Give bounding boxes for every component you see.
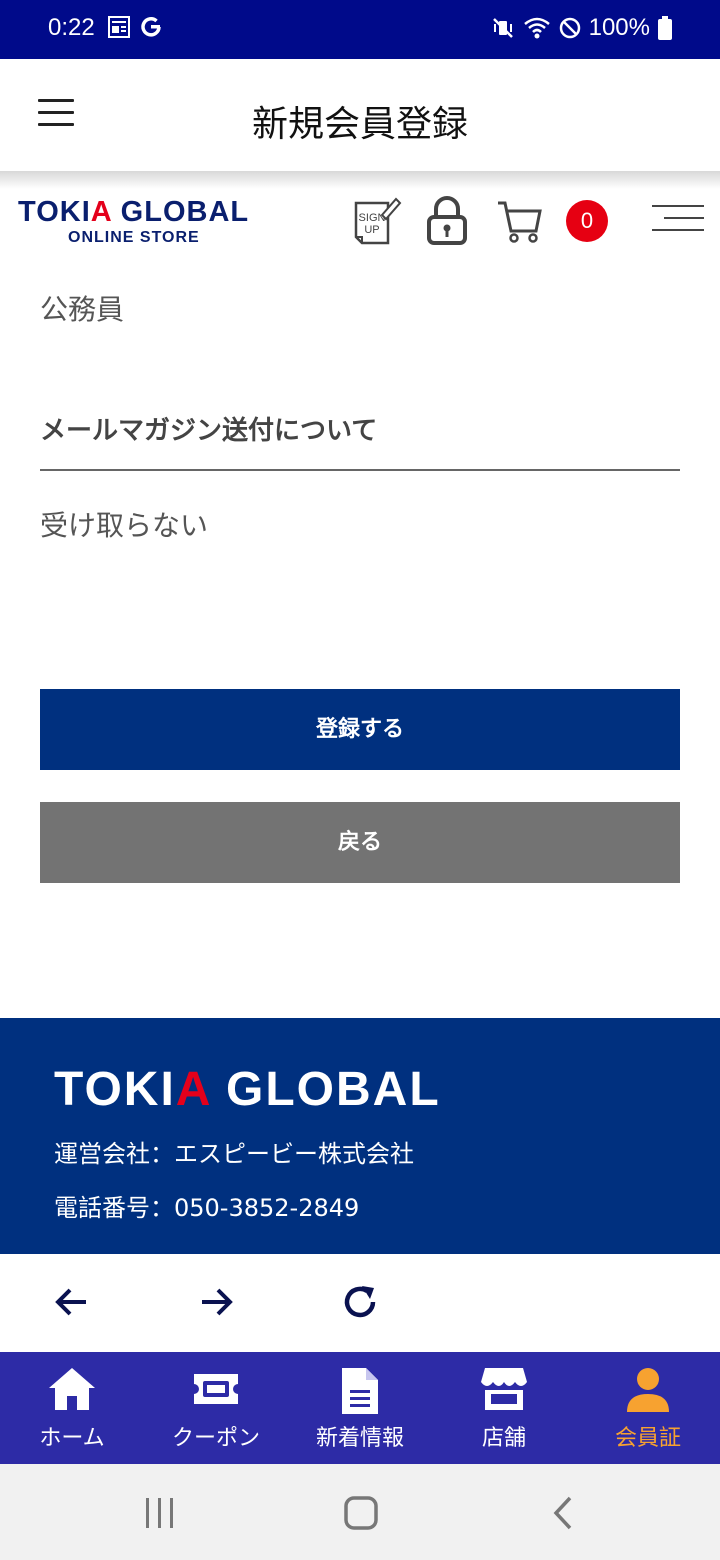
newsletter-label: メールマガジン送付について (40, 416, 378, 446)
tab-coupon[interactable]: クーポン (144, 1352, 288, 1464)
bottom-tab-bar: ホーム クーポン 新着情報 店舗 会員証 (0, 1352, 720, 1464)
store-logo[interactable]: TOKIA GLOBAL ONLINE STORE (18, 197, 249, 247)
status-bar: 0:22 100% (0, 0, 720, 59)
person-icon (627, 1368, 669, 1412)
occupation-value: 公務員 (40, 293, 125, 326)
news-app-icon (108, 16, 130, 38)
ticket-icon (194, 1374, 238, 1404)
battery-icon (658, 16, 672, 40)
cart-icon[interactable] (496, 193, 544, 249)
store-icon (481, 1368, 527, 1410)
section-divider (40, 469, 680, 471)
svg-text:UP: UP (364, 224, 379, 236)
tab-store[interactable]: 店舗 (432, 1352, 576, 1464)
register-button[interactable]: 登録する (40, 689, 680, 770)
system-back-icon[interactable] (548, 1496, 578, 1530)
battery-percent: 100% (588, 14, 650, 41)
recent-apps-icon[interactable] (142, 1496, 178, 1530)
tab-member-card[interactable]: 会員証 (576, 1352, 720, 1464)
browser-nav-bar (0, 1254, 720, 1352)
tab-home[interactable]: ホーム (0, 1352, 144, 1464)
system-nav-bar (0, 1464, 720, 1560)
svg-text:SIGN: SIGN (359, 212, 386, 224)
header-shadow (0, 171, 720, 189)
document-icon (342, 1368, 378, 1414)
home-button-icon[interactable] (343, 1496, 379, 1530)
footer-logo: TOKIA GLOBAL (54, 1063, 441, 1116)
store-menu-icon[interactable] (652, 205, 704, 241)
store-header: TOKIA GLOBAL ONLINE STORE SIGN UP 0 (0, 189, 720, 259)
tab-news[interactable]: 新着情報 (288, 1352, 432, 1464)
newsletter-value: 受け取らない (40, 509, 209, 542)
forward-arrow-icon[interactable] (196, 1282, 236, 1322)
vibrate-mute-icon (492, 18, 513, 38)
status-time: 0:22 (48, 14, 95, 41)
home-icon (49, 1368, 95, 1410)
google-icon (141, 17, 161, 37)
sign-up-icon[interactable]: SIGN UP (352, 193, 402, 249)
footer-company: 運営会社：エスピービー株式会社 (54, 1140, 414, 1168)
back-arrow-icon[interactable] (52, 1282, 92, 1322)
do-not-disturb-icon (559, 17, 580, 39)
cart-count-badge: 0 (566, 200, 608, 242)
footer-phone[interactable]: 電話番号：050-3852-2849 (54, 1188, 359, 1223)
app-header: 新規会員登録 (0, 59, 720, 171)
site-footer: TOKIA GLOBAL 運営会社：エスピービー株式会社 電話番号：050-38… (0, 1018, 720, 1254)
reload-icon[interactable] (340, 1282, 380, 1322)
wifi-icon (523, 17, 550, 39)
back-button[interactable]: 戻る (40, 802, 680, 883)
lock-icon[interactable] (426, 193, 468, 249)
page-title: 新規会員登録 (251, 104, 468, 145)
